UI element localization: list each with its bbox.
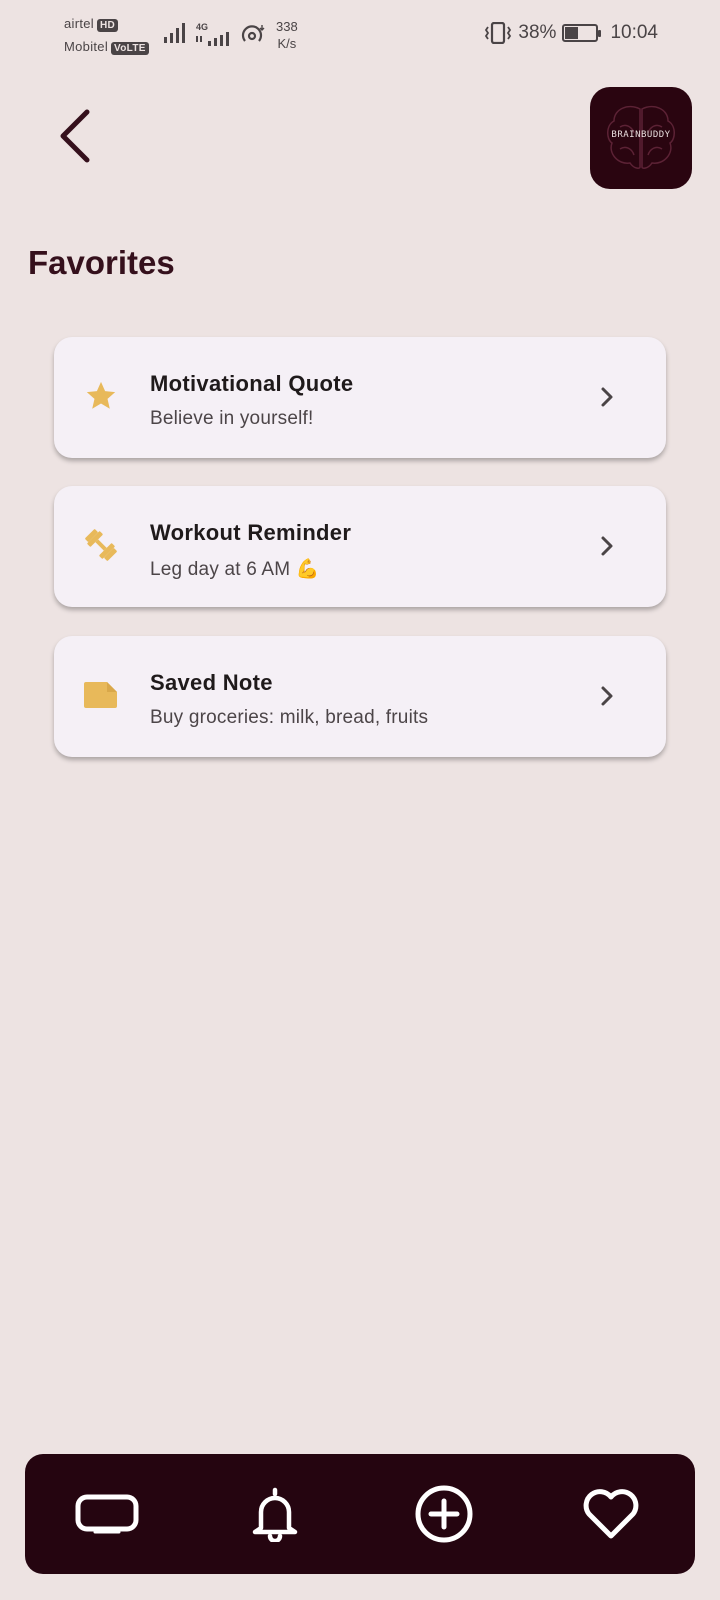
chevron-right-icon — [601, 686, 613, 706]
card-subtitle: Believe in yourself! — [150, 408, 314, 429]
card-subtitle: Buy groceries: milk, bread, fruits — [150, 707, 429, 728]
chevron-left-icon — [60, 109, 90, 163]
add-circle-icon — [415, 1485, 473, 1543]
chevron-right-icon — [601, 387, 613, 407]
hotspot-icon — [241, 25, 265, 42]
carrier-2-name: Mobitel — [64, 39, 109, 54]
network-speed: 338 K/s — [276, 18, 298, 52]
nav-item-notifications[interactable] — [243, 1482, 307, 1546]
back-button[interactable] — [50, 105, 100, 167]
nav-item-add[interactable] — [412, 1482, 476, 1546]
network-type: 4G — [196, 22, 209, 32]
bottom-nav-bar — [25, 1454, 695, 1574]
bell-icon — [252, 1487, 298, 1542]
nav-item-tv[interactable] — [75, 1482, 139, 1546]
status-bar: airtel HD Mobitel VoLTE 4G 338 K/s 38% 1… — [0, 0, 720, 70]
chevron-right-icon — [601, 536, 613, 556]
card-title: Motivational Quote — [150, 371, 354, 396]
card-subtitle: Leg day at 6 AM 💪 — [150, 559, 320, 580]
note-icon — [82, 676, 120, 714]
vibrate-icon — [485, 22, 512, 44]
battery-icon — [562, 24, 602, 42]
favorite-card-saved-note[interactable]: Saved Note Buy groceries: milk, bread, f… — [54, 636, 666, 757]
speed-unit: K/s — [277, 36, 297, 51]
clock: 10:04 — [610, 22, 658, 43]
carrier-1: airtel HD — [64, 16, 119, 32]
heart-icon — [583, 1489, 639, 1539]
page-title: Favorites — [28, 244, 175, 281]
favorites-screen: airtel HD Mobitel VoLTE 4G 338 K/s 38% 1… — [0, 0, 720, 1600]
battery-percent: 38% — [518, 22, 557, 43]
card-title: Saved Note — [150, 670, 273, 695]
signal-2-icon — [196, 32, 229, 46]
nav-item-favorites[interactable] — [579, 1482, 643, 1546]
carrier-2: Mobitel VoLTE — [64, 39, 149, 55]
speed-value: 338 — [276, 19, 298, 34]
favorite-card-workout-reminder[interactable]: Workout Reminder Leg day at 6 AM 💪 — [54, 486, 666, 607]
card-title: Workout Reminder — [150, 520, 352, 545]
network-indicator: 4G — [196, 22, 230, 48]
signal-icon — [164, 23, 185, 43]
carrier-1-name: airtel — [64, 16, 94, 31]
tv-icon — [75, 1494, 139, 1534]
hd-badge: HD — [96, 19, 119, 32]
status-right: 38% 10:04 — [484, 22, 658, 44]
brainbuddy-logo[interactable]: BRAINBUDDY — [590, 87, 692, 189]
star-icon — [82, 377, 120, 415]
favorite-card-motivational-quote[interactable]: Motivational Quote Believe in yourself! — [54, 337, 666, 458]
volte-badge: VoLTE — [111, 42, 149, 55]
logo-text: BRAINBUDDY — [611, 130, 671, 140]
dumbbell-icon — [82, 526, 120, 564]
